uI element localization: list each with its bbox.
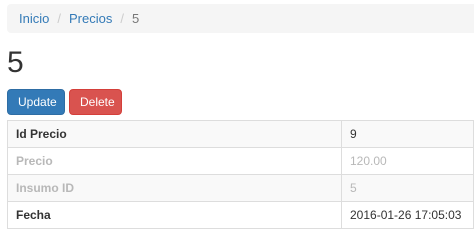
detail-table: Id Precio 9 Precio 120.00 Insumo ID 5 Fe…: [7, 120, 474, 229]
page-title: 5: [7, 46, 24, 79]
breadcrumb-separator: /: [57, 11, 61, 26]
detail-value: 2016-01-26 17:05:03: [341, 201, 474, 229]
detail-value: 120.00: [341, 147, 474, 175]
breadcrumb-current: 5: [131, 11, 140, 26]
delete-button[interactable]: Delete: [69, 89, 122, 115]
detail-row-precio: Precio 120.00: [7, 147, 474, 175]
detail-value: 9: [341, 120, 474, 148]
detail-label: Insumo ID: [7, 174, 342, 202]
breadcrumb: Inicio / Precios / 5: [7, 4, 474, 33]
detail-value: 5: [341, 174, 474, 202]
detail-row-id-precio: Id Precio 9: [7, 120, 474, 148]
detail-label: Fecha: [7, 201, 342, 229]
detail-label: Precio: [7, 147, 342, 175]
detail-label: Id Precio: [7, 120, 342, 148]
detail-row-insumo-id: Insumo ID 5: [7, 174, 474, 202]
update-button[interactable]: Update: [7, 89, 65, 115]
breadcrumb-home-link[interactable]: Inicio: [19, 11, 49, 26]
detail-row-fecha: Fecha 2016-01-26 17:05:03: [7, 201, 474, 229]
breadcrumb-separator: /: [120, 11, 124, 26]
breadcrumb-section-link[interactable]: Precios: [69, 11, 112, 26]
page: Inicio / Precios / 5 5 Update Delete Id …: [0, 0, 474, 243]
